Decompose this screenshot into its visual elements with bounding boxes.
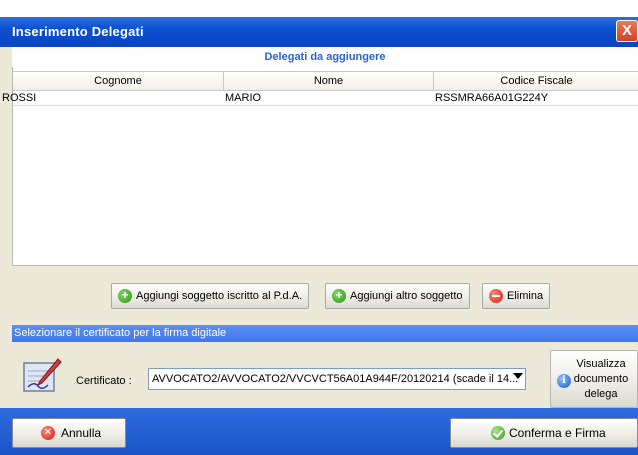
cancel-label: Annulla — [61, 426, 102, 440]
table-row[interactable]: ROSSI MARIO RSSMRA66A01G224Y — [2, 91, 638, 106]
column-header-codice-fiscale[interactable]: Codice Fiscale — [434, 72, 638, 90]
top-strip — [0, 0, 638, 17]
view-delegation-label: Visualizza documento delega — [571, 357, 631, 402]
certificate-area: Certificato : AVVOCATO2/AVVOCATO2/VVCVCT… — [12, 342, 638, 408]
confirm-label: Conferma e Firma — [509, 426, 606, 440]
view-label-line2: documento — [573, 373, 629, 385]
signature-pen-icon — [23, 358, 62, 392]
title-bar[interactable]: Inserimento Delegati X — [0, 17, 638, 47]
delegates-table[interactable]: Cognome Nome Codice Fiscale ROSSI MARIO … — [2, 67, 638, 266]
add-other-label: Aggiungi altro soggetto — [350, 290, 463, 302]
table-header: Cognome Nome Codice Fiscale — [13, 71, 638, 91]
confirm-and-sign-button[interactable]: Conferma e Firma — [450, 418, 638, 448]
add-other-subject-button[interactable]: + Aggiungi altro soggetto — [325, 283, 470, 309]
view-delegation-document-button[interactable]: i Visualizza documento delega — [550, 350, 638, 408]
red-x-icon: ✕ — [41, 426, 55, 440]
cancel-button[interactable]: ✕ Annulla — [12, 418, 126, 448]
bottom-bar: ✕ Annulla Conferma e Firma — [0, 408, 638, 455]
add-registered-subject-button[interactable]: + Aggiungi soggetto iscritto al P.d.A. — [111, 283, 310, 309]
certificate-label: Certificato : — [76, 375, 132, 387]
cell-cognome: ROSSI — [2, 92, 37, 104]
grid-caption: Delegati da aggiungere — [12, 47, 638, 67]
info-icon: i — [557, 374, 571, 388]
green-plus-icon: + — [332, 289, 346, 303]
red-minus-icon — [489, 289, 503, 303]
column-header-cognome[interactable]: Cognome — [13, 72, 224, 90]
delete-label: Elimina — [507, 290, 544, 302]
certificate-section-header: Selezionare il certificato per la firma … — [12, 325, 638, 342]
close-button[interactable]: X — [616, 20, 638, 42]
column-header-nome[interactable]: Nome — [224, 72, 434, 90]
green-plus-icon: + — [118, 289, 132, 303]
delete-button[interactable]: Elimina — [482, 283, 551, 309]
cell-codice-fiscale: RSSMRA66A01G224Y — [435, 92, 549, 104]
add-registered-label: Aggiungi soggetto iscritto al P.d.A. — [136, 290, 303, 302]
window-title: Inserimento Delegati — [12, 24, 144, 39]
close-icon: X — [621, 22, 632, 39]
view-label-line3: delega — [584, 388, 618, 400]
certificate-selected-value: AVVOCATO2/AVVOCATO2/VVCVCT56A01A944F/201… — [152, 373, 519, 385]
view-label-line1: Visualizza — [576, 358, 626, 370]
cell-nome: MARIO — [225, 92, 262, 104]
chevron-down-icon[interactable] — [513, 373, 523, 379]
dialog-window: Inserimento Delegati X Delegati da aggiu… — [0, 0, 638, 455]
certificate-select[interactable]: AVVOCATO2/AVVOCATO2/VVCVCT56A01A944F/201… — [148, 368, 526, 390]
green-check-icon — [491, 426, 505, 440]
